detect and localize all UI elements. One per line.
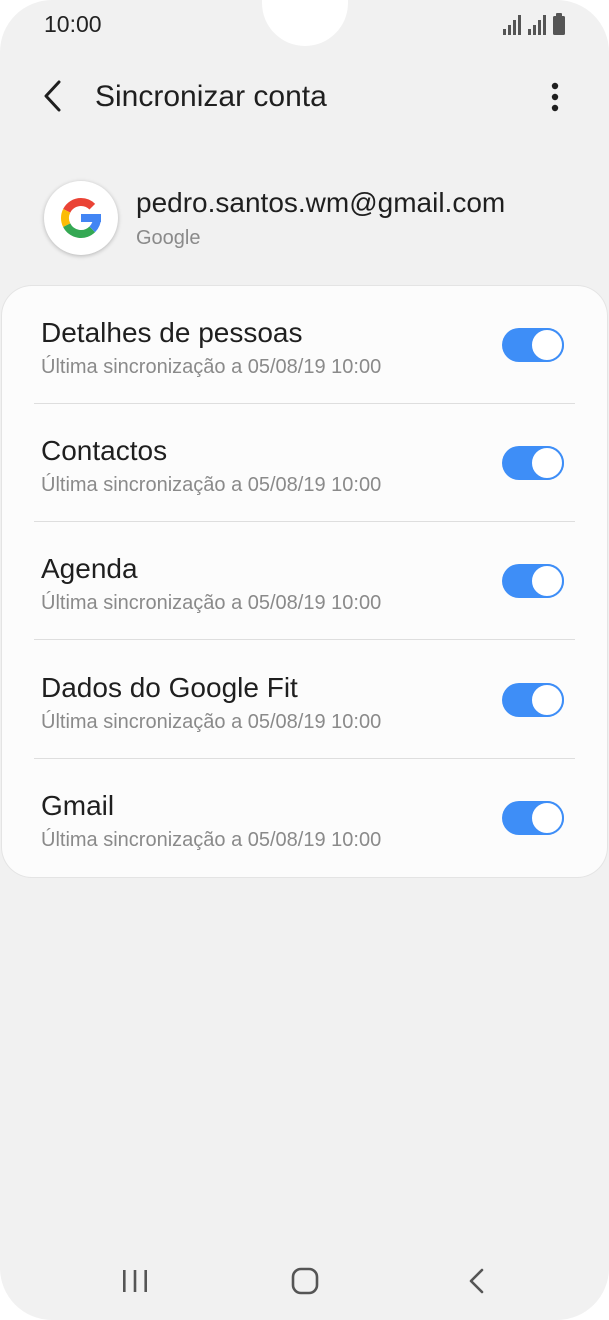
sync-item-title: Dados do Google Fit (41, 672, 298, 703)
sync-toggle[interactable] (502, 446, 564, 480)
sync-item-last-sync: Última sincronização a 05/08/19 10:00 (41, 592, 382, 614)
back-button[interactable] (34, 76, 74, 116)
app-bar: Sincronizar conta (0, 60, 609, 136)
back-icon (469, 1268, 484, 1294)
status-bar: 10:00 (0, 0, 609, 52)
sync-items-card: Detalhes de pessoas Última sincronização… (2, 286, 607, 877)
recent-apps-button[interactable] (113, 1262, 157, 1302)
home-icon (291, 1267, 319, 1295)
more-options-button[interactable] (540, 76, 570, 116)
sync-item-title: Agenda (41, 553, 138, 584)
sync-item-last-sync: Última sincronização a 05/08/19 10:00 (41, 711, 382, 733)
signal-icon (503, 13, 565, 35)
sync-item-last-sync: Última sincronização a 05/08/19 10:00 (41, 356, 382, 378)
sync-toggle[interactable] (502, 328, 564, 362)
sync-item-title: Detalhes de pessoas (41, 317, 303, 348)
sync-item-last-sync: Última sincronização a 05/08/19 10:00 (41, 474, 382, 496)
sync-item-title: Gmail (41, 790, 115, 821)
sync-item-detalhes-de-pessoas[interactable]: Detalhes de pessoas Última sincronização… (2, 286, 607, 404)
account-type: Google (136, 227, 201, 249)
recent-apps-icon (123, 1270, 147, 1292)
sync-item-contactos[interactable]: Contactos Última sincronização a 05/08/1… (2, 404, 607, 522)
back-arrow-icon (44, 80, 61, 112)
sync-toggle[interactable] (502, 564, 564, 598)
sync-item-gmail[interactable]: Gmail Última sincronização a 05/08/19 10… (2, 759, 607, 877)
toggle-knob (530, 801, 564, 835)
phone-screen: 10:00 Sincronizar conta pedro.santos.wm@… (0, 0, 609, 1320)
status-icons (503, 13, 569, 37)
sync-item-agenda[interactable]: Agenda Última sincronização a 05/08/19 1… (2, 522, 607, 640)
sync-item-last-sync: Última sincronização a 05/08/19 10:00 (41, 829, 382, 851)
navigation-bar (0, 1240, 609, 1320)
toggle-knob (530, 683, 564, 717)
sync-toggle[interactable] (502, 801, 564, 835)
sync-toggle[interactable] (502, 683, 564, 717)
sync-item-google-fit[interactable]: Dados do Google Fit Última sincronização… (2, 641, 607, 759)
toggle-knob (530, 328, 564, 362)
account-email: pedro.santos.wm@gmail.com (136, 187, 506, 218)
sync-item-title: Contactos (41, 435, 168, 466)
toggle-knob (530, 564, 564, 598)
more-vert-icon (551, 82, 559, 112)
divider (34, 639, 575, 640)
toggle-knob (530, 446, 564, 480)
status-time: 10:00 (44, 11, 102, 37)
home-button[interactable] (283, 1262, 327, 1302)
nav-back-button[interactable] (454, 1262, 498, 1302)
account-header: pedro.santos.wm@gmail.com Google (0, 175, 609, 265)
google-logo-icon (44, 181, 118, 255)
page-title: Sincronizar conta (95, 80, 327, 113)
